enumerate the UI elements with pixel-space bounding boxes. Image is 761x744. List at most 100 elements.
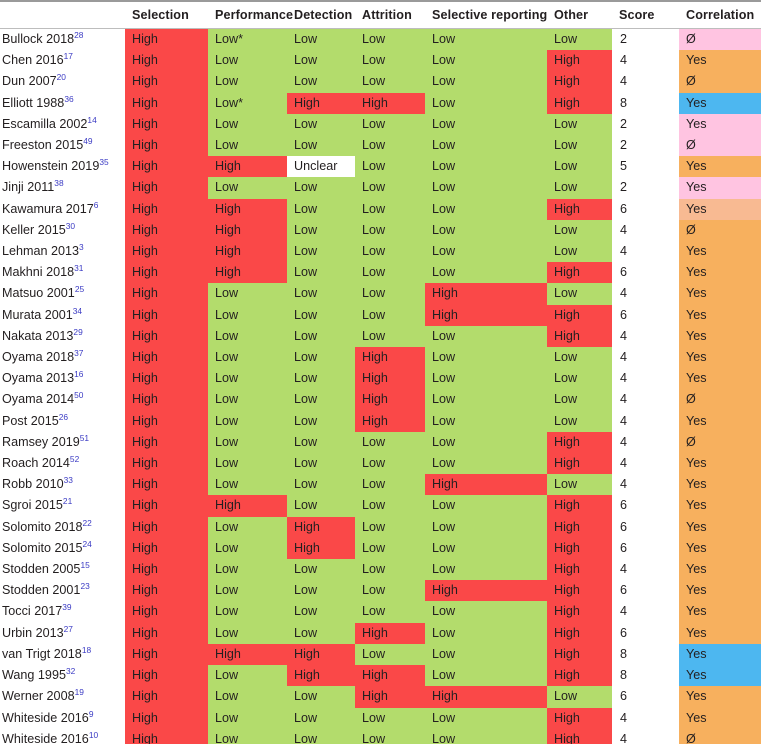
study-label: Makhni 201831 [0,262,125,284]
cell-selection: High [125,113,208,136]
study-name: Chen 2016 [2,53,64,68]
cell-score: 4 [612,474,679,496]
cell-correlation: Yes [679,325,761,348]
table-row: Oyama 201316 High Low Low High Low Low 4 Yes [0,368,761,390]
cell-attrition: Low [355,177,425,199]
cell-attrition: Low [355,643,425,666]
table-row: Oyama 201837 High Low Low High Low Low 4 Yes [0,347,761,369]
cell-selective-reporting: Low [425,92,547,114]
cell-selective-reporting: Low [425,135,547,157]
cell-detection: Low [287,453,355,475]
cell-detection: Low [287,410,355,432]
study-label: Nakata 201329 [0,325,125,348]
study-name: Escamilla 2002 [2,116,88,131]
study-name: Whiteside 2016 [2,710,89,725]
cell-selective-reporting: Low [425,177,547,199]
study-reference-number: 28 [74,29,84,40]
cell-detection: Low [287,304,355,326]
study-label: Wang 199532 [0,665,125,687]
study-reference-number: 26 [58,411,69,422]
study-name: Lehman 2013 [2,244,80,259]
cell-detection: Low [287,241,355,263]
cell-performance: Low [208,665,287,687]
cell-selective-reporting: Low [425,50,547,72]
cell-score: 2 [612,28,679,51]
cell-performance: Low [208,453,287,475]
cell-selective-reporting: Low [425,601,547,623]
cell-correlation: Ø [679,135,761,157]
cell-other: Low [547,156,612,178]
study-reference-number: 22 [82,517,92,528]
cell-selective-reporting: High [425,474,547,496]
cell-selection: High [125,156,208,178]
cell-correlation: Yes [679,665,761,687]
cell-selection: High [125,559,208,581]
cell-score: 4 [612,283,679,305]
cell-detection: Low [287,113,355,136]
cell-score: 6 [612,537,679,560]
cell-score: 6 [612,622,679,644]
cell-performance: Low* [208,92,287,114]
cell-correlation: Yes [679,368,761,390]
cell-selective-reporting: Low [425,622,547,644]
cell-selection: High [125,601,208,623]
table-row: Urbin 201327 High Low Low High Low High 6 Yes [0,622,761,644]
cell-score: 8 [612,643,679,666]
cell-selective-reporting: Low [425,28,547,51]
table-row: Matsuo 200125 High Low Low Low High Low 4 Yes [0,283,761,305]
cell-selection: High [125,431,208,454]
table-header: Selection Performance Detection Attritio… [0,1,761,29]
cell-selective-reporting: Low [425,368,547,390]
cell-selection: High [125,347,208,369]
cell-correlation: Yes [679,601,761,623]
cell-performance: Low [208,304,287,326]
cell-selection: High [125,495,208,517]
cell-performance: Low [208,707,287,729]
cell-performance: High [208,495,287,517]
cell-performance: Low [208,622,287,644]
cell-score: 4 [612,219,679,242]
cell-selection: High [125,28,208,51]
study-reference-number: 52 [69,453,80,464]
cell-correlation: Yes [679,198,761,220]
cell-attrition: High [355,389,425,411]
cell-other: High [547,92,612,114]
cell-other: Low [547,389,612,411]
study-reference-number: 50 [74,390,84,401]
cell-detection: Low [287,580,355,602]
table-row: Robb 201033 High Low Low Low High Low 4 Yes [0,474,761,496]
study-label: Sgroi 201521 [0,495,125,517]
study-reference-number: 30 [65,220,76,231]
cell-selective-reporting: Low [425,113,547,136]
cell-selection: High [125,410,208,432]
cell-attrition: High [355,622,425,644]
cell-performance: Low [208,580,287,602]
study-name: Oyama 2013 [2,371,75,386]
cell-correlation: Ø [679,431,761,454]
cell-other: High [547,643,612,666]
cell-detection: High [287,665,355,687]
study-name: Oyama 2014 [2,392,75,407]
cell-other: High [547,431,612,454]
table-row: Bullock 201828 High Low* Low Low Low Low 2 Ø [0,28,761,51]
cell-attrition: High [355,686,425,708]
cell-selection: High [125,622,208,644]
cell-detection: Unclear [287,156,355,178]
cell-score: 6 [612,516,679,538]
cell-selection: High [125,219,208,242]
cell-score: 2 [612,113,679,136]
cell-performance: Low [208,728,287,744]
cell-performance: Low [208,431,287,454]
cell-other: High [547,601,612,623]
study-label: Ramsey 201951 [0,431,125,454]
cell-correlation: Yes [679,241,761,263]
cell-performance: High [208,156,287,178]
study-name: Oyama 2018 [2,350,75,365]
cell-attrition: High [355,410,425,432]
study-reference-number: 35 [99,157,109,168]
cell-detection: Low [287,368,355,390]
cell-selection: High [125,92,208,114]
study-reference-number: 14 [87,114,97,125]
cell-detection: Low [287,262,355,284]
cell-correlation: Yes [679,707,761,729]
